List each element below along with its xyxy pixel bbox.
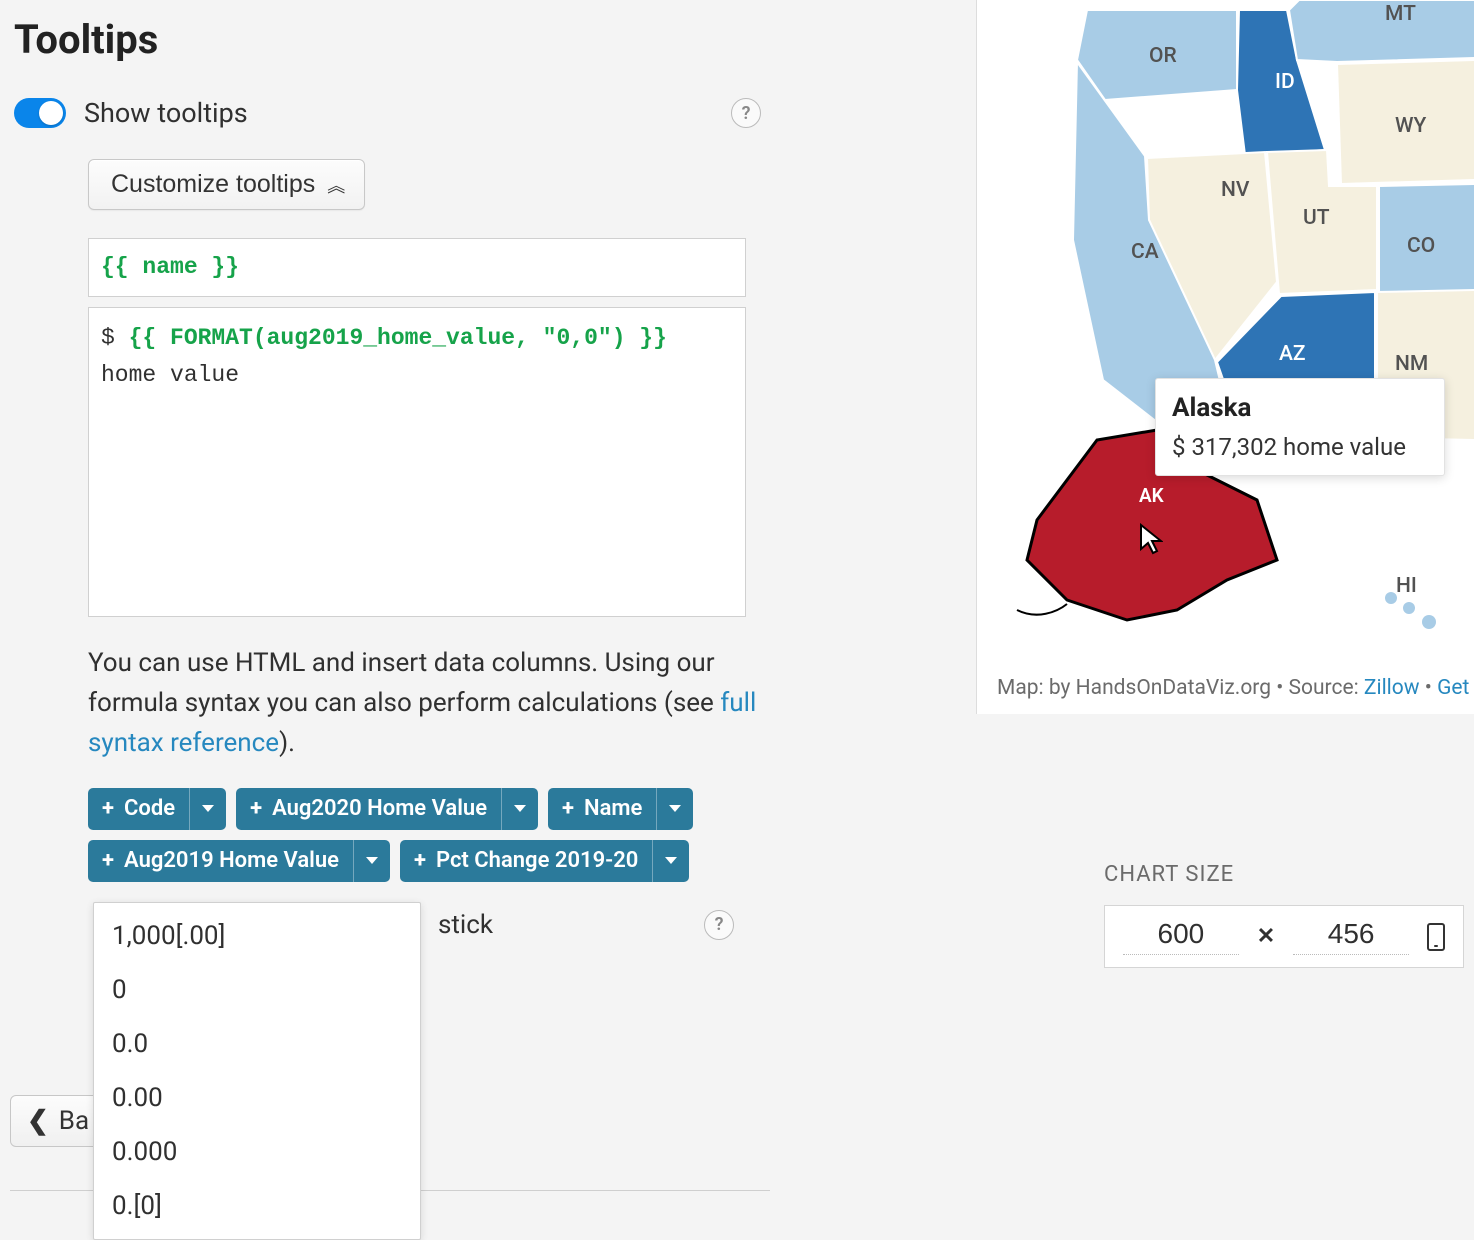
state-label-ca: CA: [1131, 240, 1159, 264]
chart-size-block: CHART SIZE ✕: [1104, 862, 1474, 968]
pill-code[interactable]: + Code: [88, 788, 226, 830]
map-source-link[interactable]: Zillow: [1364, 676, 1420, 700]
template-body-line1: $ {{ FORMAT(aug2019_home_value, "0,0") }…: [101, 320, 733, 357]
state-label-co: CO: [1407, 234, 1435, 258]
help-icon[interactable]: ?: [731, 98, 761, 128]
back-button-label-fragment: Ba: [59, 1106, 89, 1136]
dimension-separator-icon: ✕: [1257, 924, 1275, 949]
back-button[interactable]: ❮ Ba: [10, 1095, 106, 1147]
customize-tooltips-button[interactable]: Customize tooltips ︽: [88, 159, 365, 210]
pill-label: Pct Change 2019-20: [436, 848, 638, 873]
plus-icon: +: [250, 796, 262, 821]
template-code: {{ name }}: [101, 254, 239, 280]
chevron-down-icon: [202, 805, 214, 812]
state-label-mt: MT: [1385, 2, 1416, 26]
map-preview-frame: MT OR ID WY NV UT CA CO AZ NM AK HI Alas…: [976, 0, 1474, 714]
show-tooltips-toggle[interactable]: [14, 98, 66, 128]
help-icon[interactable]: ?: [704, 910, 734, 940]
format-option[interactable]: 0.0: [94, 1017, 420, 1071]
format-dropdown-menu: 1,000[.00] 0 0.0 0.00 0.000 0.[0]: [93, 902, 421, 1240]
map-caption: Map: by HandsOnDataViz.org • Source: Zil…: [997, 676, 1469, 700]
section-title: Tooltips: [14, 16, 771, 63]
chart-height-input[interactable]: [1293, 918, 1409, 955]
tooltip-body-template-input[interactable]: $ {{ FORMAT(aug2019_home_value, "0,0") }…: [88, 307, 746, 617]
map-tooltip: Alaska $ 317,302 home value: [1155, 378, 1445, 476]
chevron-down-icon: [665, 857, 677, 864]
pill-caret[interactable]: [501, 788, 538, 830]
state-label-nv: NV: [1221, 178, 1249, 202]
pill-label: Name: [584, 796, 642, 821]
template-body-line2: home value: [101, 357, 733, 394]
helptext: You can use HTML and insert data columns…: [88, 643, 760, 764]
chart-size-inputs: ✕: [1104, 905, 1464, 968]
state-label-ut: UT: [1303, 206, 1330, 230]
state-label-or: OR: [1149, 44, 1177, 68]
format-option[interactable]: 0.[0]: [94, 1179, 420, 1233]
chevron-down-icon: [514, 805, 526, 812]
state-label-ak: AK: [1139, 484, 1164, 507]
chevron-left-icon: ❮: [27, 1106, 49, 1136]
tooltip-title-template-input[interactable]: {{ name }}: [88, 238, 746, 297]
map-svg[interactable]: MT OR ID WY NV UT CA CO AZ NM AK HI: [977, 0, 1474, 714]
pill-caret[interactable]: [353, 840, 390, 882]
pill-label: Aug2019 Home Value: [124, 848, 339, 873]
mobile-preview-icon[interactable]: [1427, 923, 1445, 951]
toggle-knob: [39, 101, 63, 125]
chevron-up-double-icon: ︽: [327, 172, 342, 198]
sticky-label-fragment: stick: [438, 910, 493, 940]
chart-width-input[interactable]: [1123, 918, 1239, 955]
state-label-az: AZ: [1279, 342, 1306, 366]
customize-tooltips-label: Customize tooltips: [111, 170, 315, 199]
column-pill-area: + Code + Aug2020 Home Value + Name + Aug2019…: [88, 788, 768, 882]
plus-icon: +: [102, 848, 114, 873]
state-label-nm: NM: [1395, 352, 1428, 376]
state-label-hi: HI: [1396, 574, 1417, 598]
format-option[interactable]: 0: [94, 963, 420, 1017]
pill-caret[interactable]: [189, 788, 226, 830]
map-get-data-link[interactable]: Get: [1437, 676, 1469, 700]
pill-label: Code: [124, 796, 175, 821]
pill-label: Aug2020 Home Value: [272, 796, 487, 821]
pill-caret[interactable]: [652, 840, 689, 882]
format-option[interactable]: 0.00: [94, 1071, 420, 1125]
chevron-down-icon: [669, 805, 681, 812]
pill-pct-change[interactable]: + Pct Change 2019-20: [400, 840, 689, 882]
chevron-down-icon: [366, 857, 378, 864]
pill-aug2019-home-value[interactable]: + Aug2019 Home Value: [88, 840, 390, 882]
pill-caret[interactable]: [656, 788, 693, 830]
cursor-icon: [1139, 523, 1163, 555]
show-tooltips-label: Show tooltips: [84, 97, 248, 129]
format-option[interactable]: 0.000: [94, 1125, 420, 1179]
pill-name[interactable]: + Name: [548, 788, 693, 830]
state-label-id: ID: [1275, 70, 1295, 94]
format-option[interactable]: 1,000[.00]: [94, 909, 420, 963]
plus-icon: +: [562, 796, 574, 821]
plus-icon: +: [414, 848, 426, 873]
map-tooltip-value: $ 317,302 home value: [1172, 433, 1428, 461]
pill-aug2020-home-value[interactable]: + Aug2020 Home Value: [236, 788, 538, 830]
plus-icon: +: [102, 796, 114, 821]
chart-size-label: CHART SIZE: [1104, 862, 1474, 887]
state-label-wy: WY: [1395, 114, 1426, 138]
map-tooltip-title: Alaska: [1172, 393, 1428, 423]
show-tooltips-row: Show tooltips ?: [14, 97, 771, 129]
